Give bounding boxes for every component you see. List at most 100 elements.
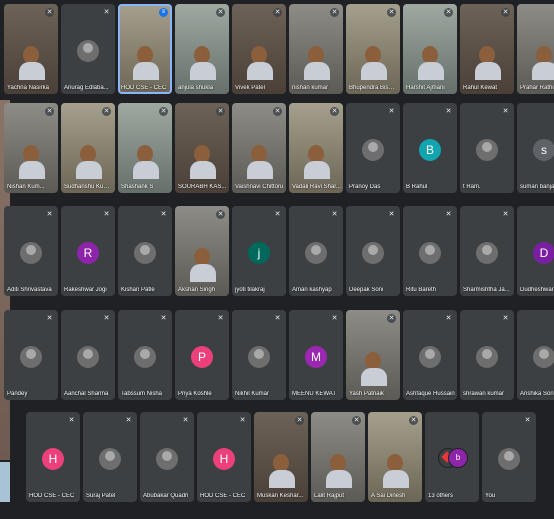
participant-name: Lalit Rajput [314,493,345,499]
video-feed [133,46,159,80]
participant-tile[interactable]: s✕suman banjare [517,103,554,193]
avatar: D [533,242,554,264]
participant-tile[interactable]: ✕ Yachna Nasirka [4,4,58,94]
avatar [476,346,498,368]
participant-tile[interactable]: ✕ SOURABH KAS... [175,103,229,193]
participant-tile[interactable]: ✕ Yash Patnaik [346,310,400,400]
participant-name: Aman kashyap [292,287,332,293]
participant-tile[interactable]: H ✕ HOD CSE - CEC [26,412,80,502]
mic-off-icon: ✕ [103,9,110,16]
participant-name: A Sai Dinesh [371,493,406,499]
avatar [419,242,441,264]
participant-name: Bhupendra Biswas [349,85,398,91]
avatar [134,346,156,368]
participant-tile[interactable]: ✕ anjula shukla [175,4,229,94]
participant-tile[interactable]: D✕Dudheshwar P [517,206,554,296]
participant-tile[interactable]: ✕ Anurag Edlaba... [61,4,115,94]
participant-name: Vaishnavi Chittoru [235,184,284,190]
participant-tile[interactable]: ✕ Ritu Bareth [403,206,457,296]
participant-tile[interactable]: ✕ Vaishnavi Chittoru [232,103,286,193]
participant-tile[interactable]: R ✕ Rakeshwar Jogi [61,206,115,296]
video-feed [133,145,159,179]
avatar [476,139,498,161]
participant-tile[interactable]: M ✕ MEENU KEWAT [289,310,343,400]
avatar [476,242,498,264]
participant-name: Prahar Rathore [520,85,554,91]
participant-tile[interactable]: ✕ Akshan Singh [175,206,229,296]
participant-name: MEENU KEWAT [292,391,337,397]
participant-name: Vadali Ravi Shar... [292,184,341,190]
participant-name: Sharmishtha Ja... [463,287,510,293]
participant-tile[interactable]: ✕ Nishan Kum... [4,103,58,193]
avatar: R [77,242,99,264]
mic-off-icon: ✕ [502,211,509,218]
participant-tile[interactable]: ✕ t Ram. [460,103,514,193]
participant-tile[interactable]: ✕ Sudhanshu Kumar [61,103,115,193]
participant-name: Muskan Keshar... [257,493,304,499]
speaking-indicator-icon: ≡ [159,8,168,17]
participant-tile[interactable]: ✕ Tabssum Nisha [118,310,172,400]
participant-name: HOD CSE - CEC [29,493,75,499]
participant-name: 13 others [428,493,454,499]
participant-tile[interactable]: ✕ Shashank S [118,103,172,193]
participant-tile[interactable]: ✕ Ashfaque Hussain [403,310,457,400]
participant-tile[interactable]: ✕ Harshit Ajmani [403,4,457,94]
participant-tile[interactable]: ✕ Suraj Patel [83,412,137,502]
participant-tile[interactable]: ✕Prahar Rathore [517,4,554,94]
participant-tile[interactable]: ✕ Sharmishtha Ja... [460,206,514,296]
mic-off-icon: ✕ [160,315,167,322]
participant-tile[interactable]: ≡ HOD CSE - CEC [118,4,172,94]
mic-off-icon: ✕ [409,416,418,425]
mic-off-icon: ✕ [274,315,281,322]
mic-off-icon: ✕ [182,417,189,424]
video-feed [418,46,444,80]
participant-tile[interactable]: P ✕ Priya Koshle [175,310,229,400]
participant-tile[interactable]: ✕ shrawan kumar [460,310,514,400]
participant-tile[interactable]: ✕ You [482,412,536,502]
video-feed [269,454,295,488]
participant-tile[interactable]: ✕ Lalit Rajput [311,412,365,502]
participant-name: Yash Patnaik [349,391,384,397]
participant-tile[interactable]: ✕Anshika Soni [517,310,554,400]
participant-tile[interactable]: H ✕ HOD CSE - CEC [197,412,251,502]
video-feed [19,145,45,179]
participant-tile[interactable]: ✕ nishan kumar [289,4,343,94]
participant-tile[interactable]: ✕ Muskan Keshar... [254,412,308,502]
video-feed [361,352,387,386]
participant-grid: ✕ Yachna Nasirka ✕ Anurag Edlaba... ≡ HOD CSE… [0,0,554,519]
participant-tile[interactable]: b 13 others [425,412,479,502]
participant-tile[interactable]: ✕ Bhupendra Biswas [346,4,400,94]
video-feed [532,46,554,80]
participant-row: ✕ Yachna Nasirka ✕ Anurag Edlaba... ≡ HOD CSE… [4,4,554,94]
participant-tile[interactable]: B ✕ B Rahul [403,103,457,193]
participant-name: Yachna Nasirka [7,85,49,91]
avatar [533,346,554,368]
participant-name: Harshit Ajmani [406,85,445,91]
participant-tile[interactable]: ✕ Vadali Ravi Shar... [289,103,343,193]
mic-off-icon: ✕ [102,107,111,116]
participant-tile[interactable]: ✕ A Sai Dinesh [368,412,422,502]
participant-name: Vivek Patel [235,85,265,91]
participant-name: HOD CSE - CEC [200,493,246,499]
participant-name: Priya Koshle [178,391,212,397]
mic-off-icon: ✕ [502,108,509,115]
participant-tile[interactable]: ✕ Kishan Patle [118,206,172,296]
participant-tile[interactable]: j ✕ jyoti tilakraj [232,206,286,296]
participant-tile[interactable]: ✕ Pranoy Das [346,103,400,193]
participant-tile[interactable]: ✕ Vivek Patel [232,4,286,94]
participant-tile[interactable]: ✕ Aanchal Sharma [61,310,115,400]
participant-name: Akshan Singh [178,287,216,293]
video-feed [326,454,352,488]
participant-tile[interactable]: ✕ Deepak Soni [346,206,400,296]
mic-off-icon: ✕ [216,107,225,116]
participant-tile[interactable]: ✕ Rahul Kewat [460,4,514,94]
participant-tile[interactable]: ✕ Aditi Shrivastava [4,206,58,296]
participant-tile[interactable]: ✕ Aman kashyap [289,206,343,296]
participant-name: Rakeshwar Jogi [64,287,107,293]
participant-tile[interactable]: ✕ Pandey [4,310,58,400]
participant-name: anjula shukla [178,85,214,91]
participant-tile[interactable]: ✕ Nikhil Kumar [232,310,286,400]
mic-off-icon: ✕ [445,211,452,218]
participant-tile[interactable]: ✕ Abubakar Quadri [140,412,194,502]
video-feed [304,46,330,80]
